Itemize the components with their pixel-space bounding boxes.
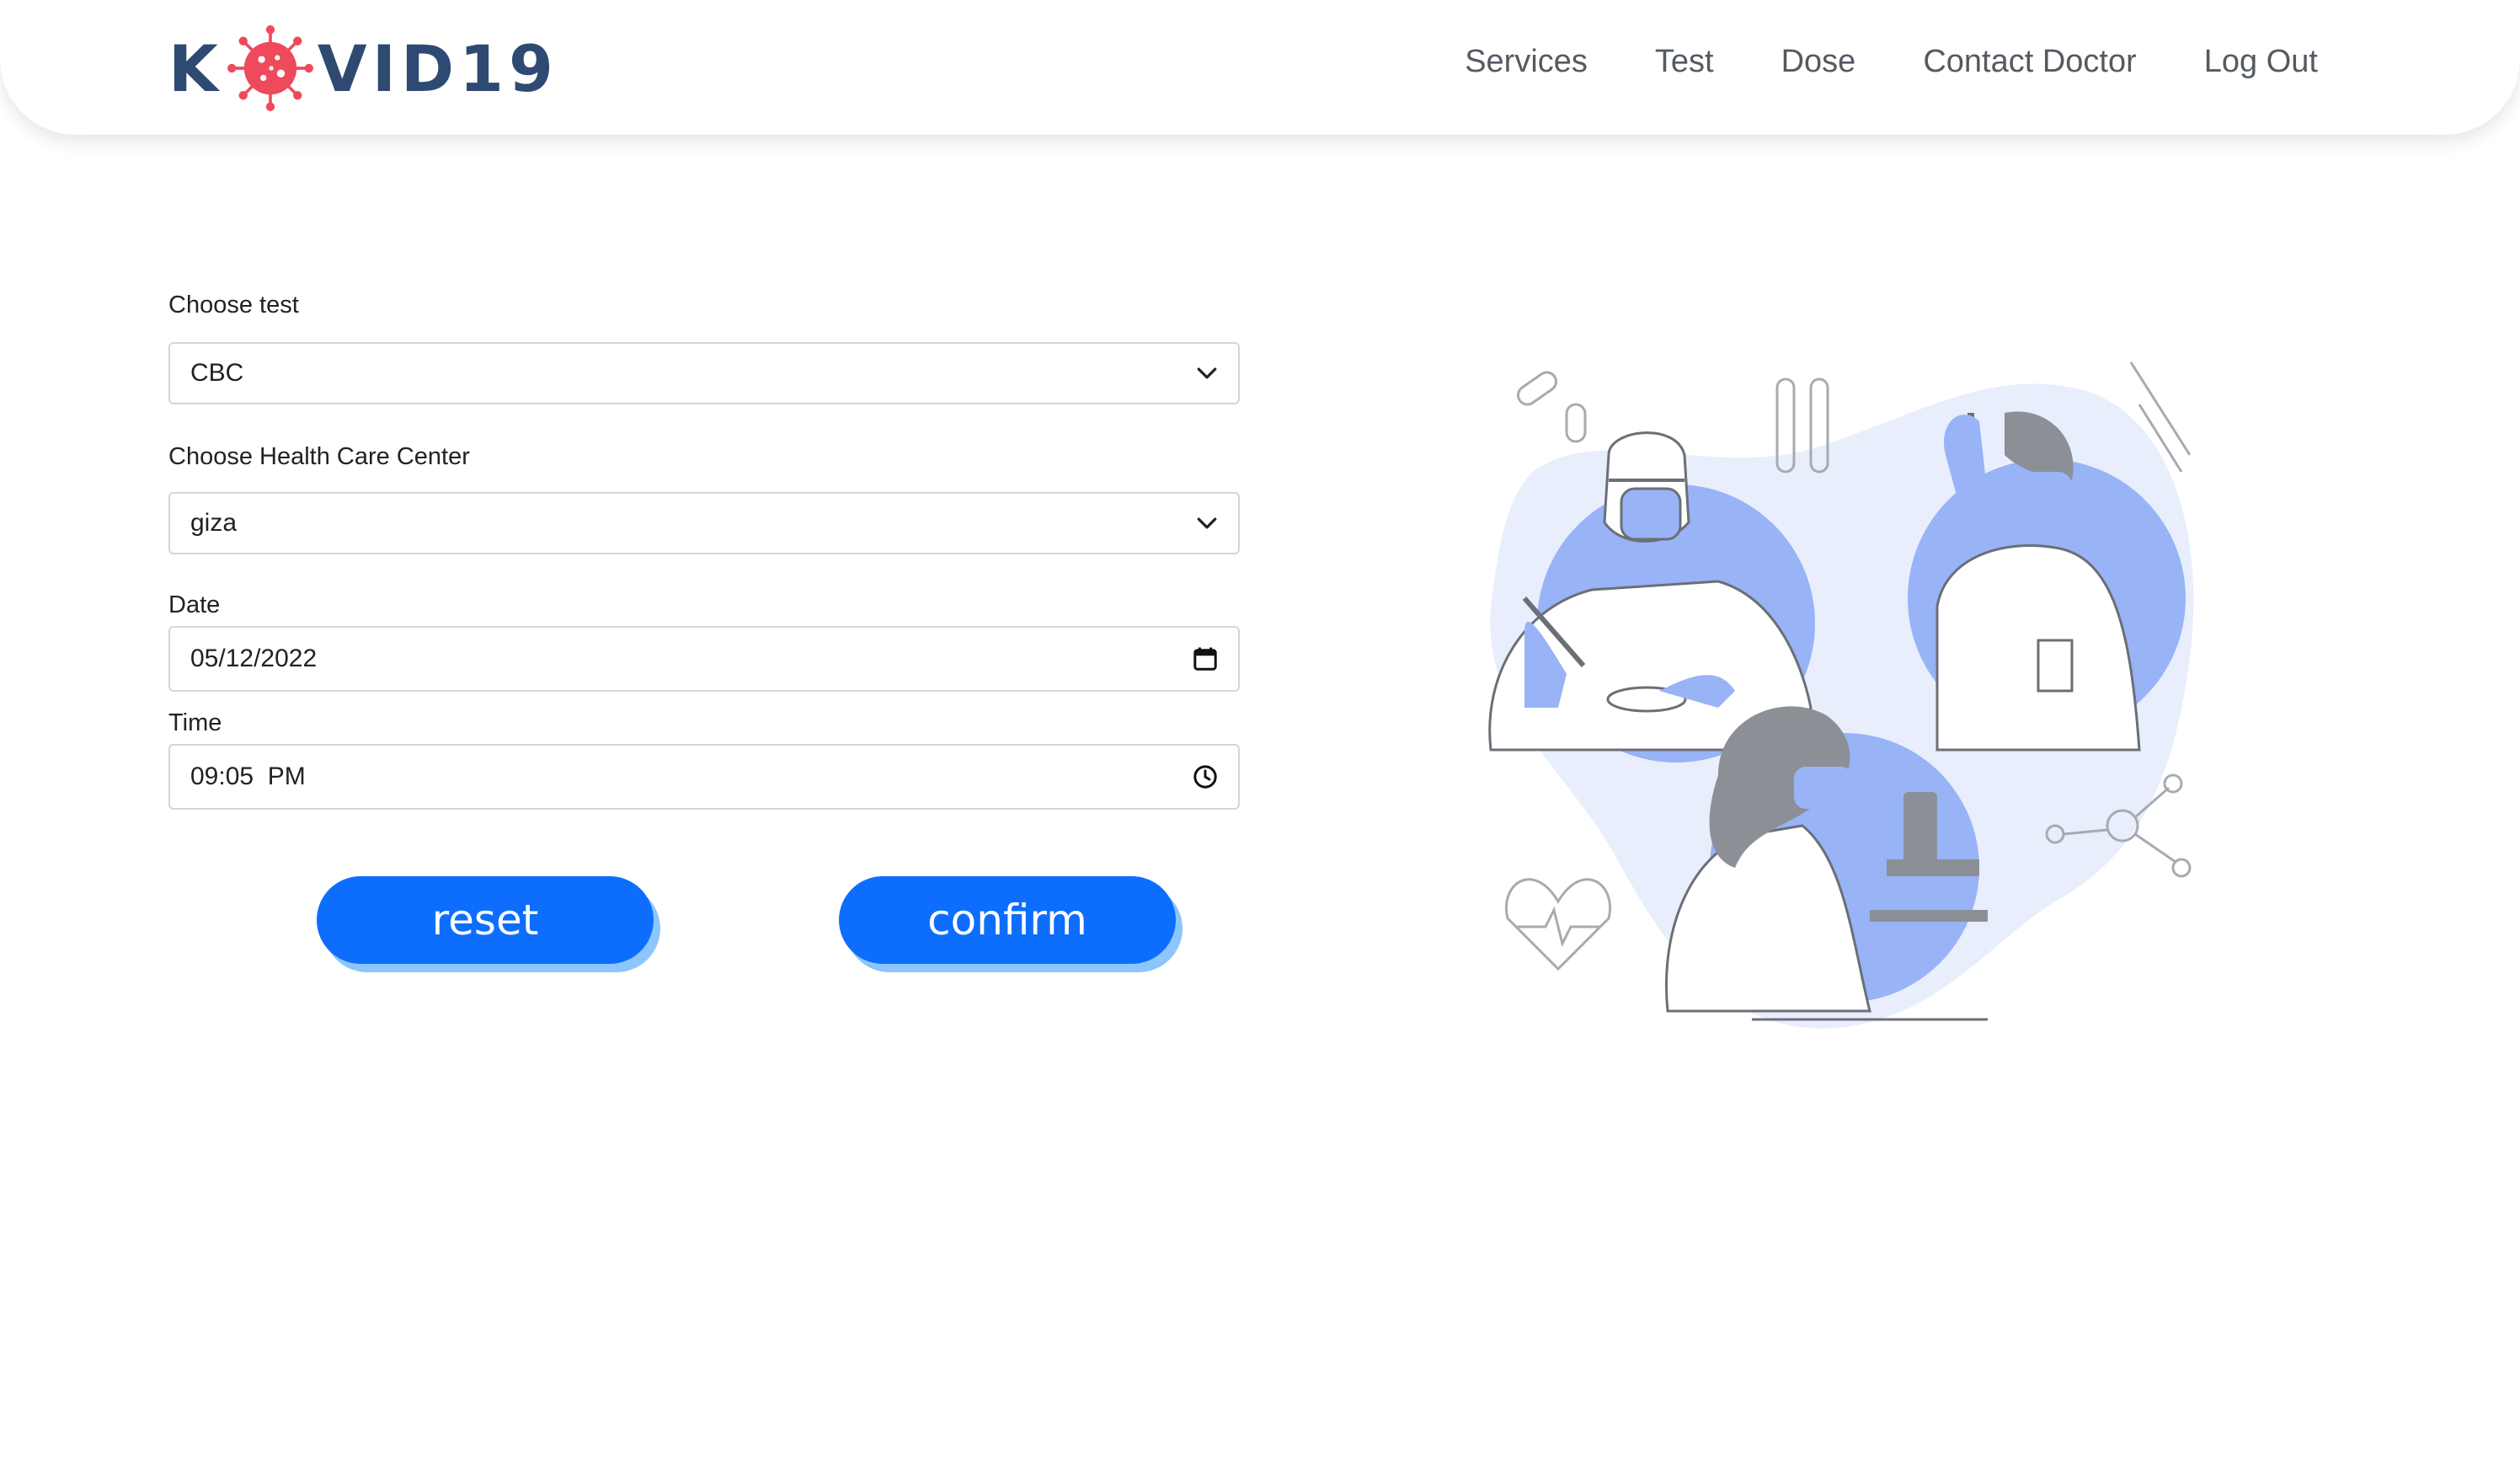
clock-icon[interactable]	[1193, 764, 1218, 789]
virus-icon	[227, 25, 313, 111]
test-label: Choose test	[168, 292, 299, 318]
calendar-icon[interactable]	[1193, 646, 1218, 671]
center-select-value: giza	[190, 509, 238, 537]
nav-dose[interactable]: Dose	[1781, 44, 1856, 80]
navbar: K VID19 Services Test Dose Contact Docto…	[0, 0, 2520, 135]
center-select[interactable]: giza	[168, 492, 1240, 554]
nav-contact-doctor[interactable]: Contact Doctor	[1923, 44, 2136, 80]
test-select-value: CBC	[190, 359, 244, 387]
logo-suffix: VID19	[317, 30, 558, 106]
logo[interactable]: K VID19	[168, 22, 558, 115]
test-select[interactable]: CBC	[168, 342, 1240, 404]
nav-services[interactable]: Services	[1465, 44, 1588, 80]
nav-log-out[interactable]: Log Out	[2204, 44, 2318, 80]
reset-button[interactable]: reset	[317, 876, 654, 964]
confirm-button[interactable]: confirm	[839, 876, 1176, 964]
chevron-down-icon	[1197, 367, 1217, 379]
nav-test[interactable]: Test	[1655, 44, 1714, 80]
time-input[interactable]: 09:05 PM	[168, 744, 1240, 810]
date-input[interactable]: 05/12/2022	[168, 626, 1240, 692]
date-input-value: 05/12/2022	[190, 645, 318, 672]
time-label: Time	[168, 709, 222, 736]
logo-prefix: K	[168, 30, 223, 106]
center-label: Choose Health Care Center	[168, 443, 470, 470]
main-nav: Services Test Dose Contact Doctor Log Ou…	[1465, 44, 2318, 80]
time-input-value: 09:05 PM	[190, 762, 306, 790]
date-label: Date	[168, 591, 221, 618]
chevron-down-icon	[1197, 517, 1217, 529]
lab-scientists-illustration	[1488, 361, 2194, 1029]
